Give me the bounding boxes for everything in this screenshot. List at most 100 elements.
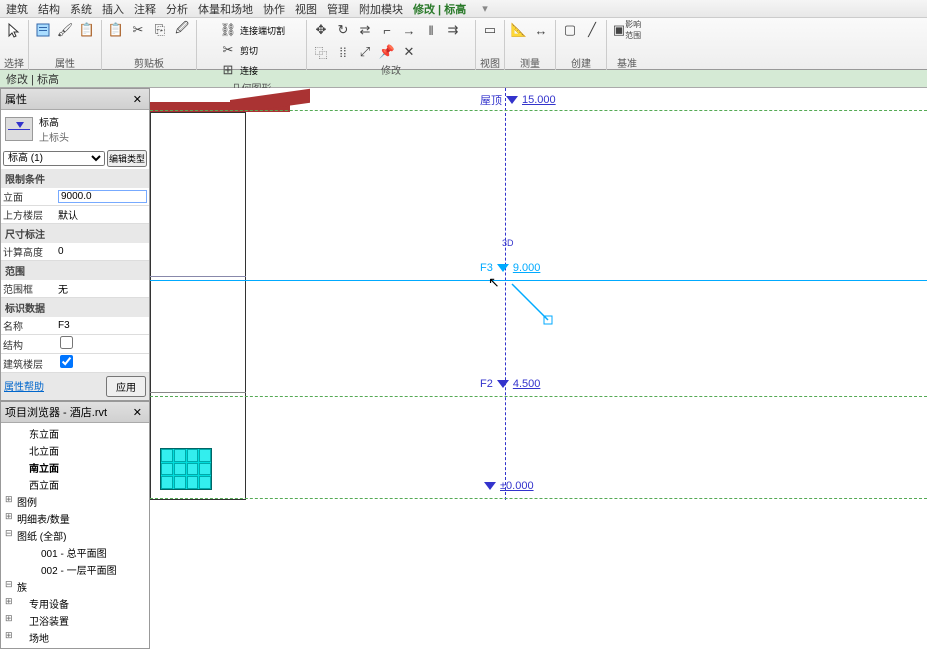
tree-leaf[interactable]: 002 - 一层平面图 (3, 561, 147, 578)
tree-leaf[interactable]: 南立面 (3, 459, 147, 476)
trim-icon[interactable]: ⌐ (377, 20, 397, 40)
property-value[interactable] (58, 355, 147, 371)
menu-item[interactable]: 体量和场地 (198, 1, 253, 17)
delete-icon[interactable]: ✕ (399, 42, 419, 62)
tree-node[interactable]: 图纸 (全部) (3, 527, 147, 544)
property-row[interactable]: 名称F3 (1, 317, 149, 335)
menu-overflow-icon[interactable]: ▾ (482, 2, 488, 15)
cut-label: 剪切 (240, 44, 258, 57)
level-line[interactable] (150, 396, 927, 397)
close-icon[interactable]: ✕ (130, 93, 145, 106)
close-icon[interactable]: ✕ (130, 406, 145, 419)
property-section-header[interactable]: 限制条件 (1, 169, 149, 188)
drag-handle[interactable] (508, 280, 556, 328)
project-browser-tree[interactable]: 东立面北立面南立面西立面图例明细表/数量图纸 (全部)001 - 总平面图002… (1, 423, 149, 648)
level-line[interactable] (150, 110, 927, 111)
rotate-icon[interactable]: ↻ (333, 20, 353, 40)
property-row[interactable]: 计算高度0 (1, 243, 149, 261)
tree-leaf[interactable]: 001 - 总平面图 (3, 544, 147, 561)
properties-panel: 属性 ✕ 标高 上标头 标高 (1) 编辑类型 限制条件立面上方楼层默认尺寸标注… (0, 88, 150, 401)
floor-line (150, 276, 246, 277)
type-props-icon[interactable]: 🖌 (55, 20, 75, 40)
array-icon[interactable]: ⁞⁞ (333, 42, 353, 62)
property-value[interactable]: 默认 (58, 207, 147, 222)
browser-panel-title[interactable]: 项目浏览器 - 酒店.rvt ✕ (1, 402, 149, 423)
match-icon[interactable]: 🖉 (172, 20, 192, 40)
scope-icon[interactable]: ▣影响范围 (611, 20, 643, 40)
menu-item[interactable]: 系统 (70, 1, 92, 17)
property-value[interactable]: F3 (58, 320, 147, 331)
cope-icon[interactable]: ⛓ (218, 20, 238, 40)
dimension-icon[interactable]: ↔ (531, 20, 551, 40)
tree-node[interactable]: 图例 (3, 493, 147, 510)
property-section-header[interactable]: 尺寸标注 (1, 224, 149, 243)
move-icon[interactable]: ✥ (311, 20, 331, 40)
copy-mod-icon[interactable]: ⿻ (311, 42, 331, 62)
drawing-canvas[interactable]: 屋顶15.000F39.000F24.500±0.000 ↖ 3D (150, 88, 927, 500)
view-icon[interactable]: ▭ (480, 20, 500, 40)
tree-node[interactable]: 场地 (3, 629, 147, 646)
property-section-header[interactable]: 范围 (1, 261, 149, 280)
offset-icon[interactable]: ⇉ (443, 20, 463, 40)
cut-geom-icon[interactable]: ✂ (218, 40, 238, 60)
level-line[interactable] (150, 498, 927, 499)
property-value[interactable]: 0 (58, 246, 147, 257)
properties-help-link[interactable]: 属性帮助 (4, 376, 44, 397)
pin-icon[interactable]: 📌 (377, 42, 397, 62)
filter-icon[interactable]: 📋 (77, 20, 97, 40)
paste-icon[interactable]: 📋 (106, 20, 126, 40)
menu-item[interactable]: 附加模块 (359, 1, 403, 17)
property-checkbox[interactable] (60, 355, 73, 368)
property-row[interactable]: 立面 (1, 188, 149, 206)
extend-icon[interactable]: → (399, 20, 419, 40)
menu-item[interactable]: 插入 (102, 1, 124, 17)
line-icon[interactable]: ╱ (582, 20, 602, 40)
menu-item[interactable]: 协作 (263, 1, 285, 17)
level-3d-badge[interactable]: 3D (502, 238, 514, 248)
tree-node[interactable]: 族 (3, 578, 147, 595)
property-row[interactable]: 范围框无 (1, 280, 149, 298)
menu-item[interactable]: 视图 (295, 1, 317, 17)
menu-item-modify-levels[interactable]: 修改 | 标高 (413, 1, 466, 17)
level-label[interactable]: ±0.000 (480, 480, 534, 492)
property-value[interactable]: 无 (58, 281, 147, 296)
property-input[interactable] (58, 190, 147, 203)
modify-cursor-icon[interactable] (4, 20, 24, 40)
cut-icon[interactable]: ✂ (128, 20, 148, 40)
properties-panel-title[interactable]: 属性 ✕ (1, 89, 149, 110)
edit-type-button[interactable]: 编辑类型 (107, 150, 147, 167)
create-icon[interactable]: ▢ (560, 20, 580, 40)
ribbon-group-clipboard: 📋 ✂ ⎘ 🖉 剪贴板 (102, 20, 197, 70)
measure-icon[interactable]: 📐 (509, 20, 529, 40)
property-checkbox[interactable] (60, 336, 73, 349)
property-value[interactable] (58, 336, 147, 352)
join-geom-icon[interactable]: ⊞ (218, 60, 238, 80)
tree-node[interactable]: 专用设备 (3, 595, 147, 612)
menu-item[interactable]: 注释 (134, 1, 156, 17)
level-label[interactable]: F39.000 (480, 262, 540, 274)
building-outline (150, 112, 246, 500)
apply-button[interactable]: 应用 (106, 376, 146, 397)
tree-leaf[interactable]: 西立面 (3, 476, 147, 493)
tree-leaf[interactable]: 北立面 (3, 442, 147, 459)
align-icon[interactable]: ‖ (421, 20, 441, 40)
property-row[interactable]: 结构 (1, 335, 149, 354)
property-row[interactable]: 建筑楼层 (1, 354, 149, 373)
tree-leaf[interactable]: 东立面 (3, 425, 147, 442)
property-row[interactable]: 上方楼层默认 (1, 206, 149, 224)
property-value[interactable] (58, 190, 147, 203)
property-section-header[interactable]: 标识数据 (1, 298, 149, 317)
level-label[interactable]: 屋顶15.000 (480, 92, 556, 108)
menu-item[interactable]: 分析 (166, 1, 188, 17)
instance-selector[interactable]: 标高 (1) (3, 151, 105, 166)
mirror-icon[interactable]: ⇄ (355, 20, 375, 40)
properties-icon[interactable] (33, 20, 53, 40)
tree-node[interactable]: 明细表/数量 (3, 510, 147, 527)
scale-icon[interactable]: ⤢ (355, 42, 375, 62)
menu-item[interactable]: 管理 (327, 1, 349, 17)
menu-item[interactable]: 结构 (38, 1, 60, 17)
copy-icon[interactable]: ⎘ (150, 20, 170, 40)
tree-node[interactable]: 卫浴装置 (3, 612, 147, 629)
menu-item[interactable]: 建筑 (6, 1, 28, 17)
level-label[interactable]: F24.500 (480, 378, 540, 390)
